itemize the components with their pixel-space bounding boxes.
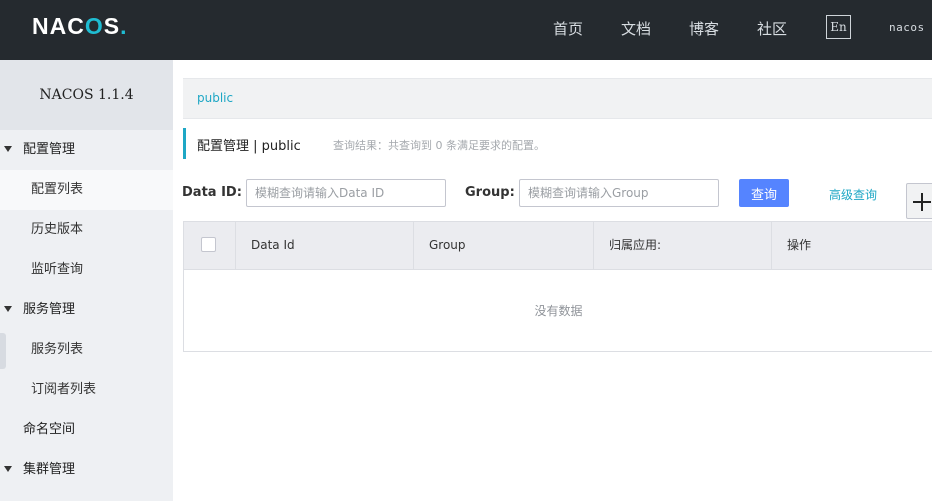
sidebar-item-label: 服务管理 bbox=[23, 302, 76, 317]
logo-text-s: S bbox=[103, 13, 121, 39]
group-label: Group: bbox=[465, 185, 515, 200]
add-config-button[interactable] bbox=[906, 183, 932, 219]
data-id-label: Data ID: bbox=[182, 185, 242, 200]
caret-down-icon bbox=[4, 306, 12, 312]
nav-home[interactable]: 首页 bbox=[553, 18, 583, 39]
group-input[interactable] bbox=[519, 179, 719, 207]
nav-blog[interactable]: 博客 bbox=[689, 18, 719, 39]
column-header-app[interactable]: 归属应用: bbox=[593, 222, 771, 269]
column-header-data-id[interactable]: Data Id bbox=[235, 222, 413, 269]
caret-down-icon bbox=[4, 466, 12, 472]
sidebar-item-history[interactable]: 历史版本 bbox=[0, 210, 173, 250]
sidebar-item-label: 服务列表 bbox=[31, 342, 84, 357]
logo-text-dot: . bbox=[120, 13, 128, 39]
column-header-group[interactable]: Group bbox=[413, 222, 593, 269]
logo-text-nac: NAC bbox=[32, 13, 85, 39]
sidebar-item-label: 监听查询 bbox=[31, 262, 84, 277]
nacos-logo[interactable]: NACOS. bbox=[32, 13, 127, 40]
logo-text-o: O bbox=[84, 13, 104, 39]
sidebar-item-label: 订阅者列表 bbox=[31, 382, 97, 397]
column-header-actions: 操作 bbox=[771, 222, 932, 269]
data-id-input[interactable] bbox=[246, 179, 446, 207]
advanced-query-link[interactable]: 高级查询 bbox=[829, 186, 877, 203]
sidebar-collapse-handle[interactable] bbox=[0, 333, 6, 369]
namespace-link-public[interactable]: public bbox=[197, 91, 233, 105]
sidebar-title: NACOS 1.1.4 bbox=[0, 60, 173, 130]
sidebar-item-subscriber-list[interactable]: 订阅者列表 bbox=[0, 370, 173, 410]
nav-community[interactable]: 社区 bbox=[757, 18, 787, 39]
select-all-checkbox[interactable] bbox=[201, 237, 216, 252]
plus-icon-vertical bbox=[921, 193, 923, 211]
sidebar-item-label: 配置管理 bbox=[23, 142, 76, 157]
page-heading: 配置管理 | public bbox=[183, 128, 301, 159]
sidebar-item-label: 集群管理 bbox=[23, 462, 76, 477]
sidebar-item-label: 命名空间 bbox=[23, 422, 76, 437]
sidebar-group-cluster[interactable]: 集群管理 bbox=[0, 450, 173, 490]
empty-table-message: 没有数据 bbox=[534, 304, 583, 318]
sidebar-item-config-list[interactable]: 配置列表 bbox=[0, 170, 173, 210]
sidebar-group-service[interactable]: 服务管理 bbox=[0, 290, 173, 330]
sidebar-item-namespace[interactable]: 命名空间 bbox=[0, 410, 173, 450]
caret-down-icon bbox=[4, 146, 12, 152]
language-switch-button[interactable]: En bbox=[826, 15, 851, 39]
sidebar: NACOS 1.1.4 配置管理 配置列表 历史版本 监听查询 服务管理 服务列… bbox=[0, 60, 173, 501]
top-header: NACOS. 首页 文档 博客 社区 En nacos bbox=[0, 0, 932, 60]
sidebar-item-service-list[interactable]: 服务列表 bbox=[0, 330, 173, 370]
query-result-text: 查询结果：共查询到 0 条满足要求的配置。 bbox=[333, 139, 545, 152]
nav-docs[interactable]: 文档 bbox=[621, 18, 651, 39]
config-table: Data Id Group 归属应用: 操作 没有数据 bbox=[183, 221, 932, 352]
sidebar-group-config[interactable]: 配置管理 bbox=[0, 130, 173, 170]
table-header: Data Id Group 归属应用: 操作 bbox=[184, 222, 932, 270]
sidebar-item-label: 配置列表 bbox=[31, 182, 84, 197]
namespace-bar: public bbox=[183, 78, 932, 119]
sidebar-item-listener-query[interactable]: 监听查询 bbox=[0, 250, 173, 290]
page-title: 配置管理 | public bbox=[197, 139, 301, 154]
query-button[interactable]: 查询 bbox=[739, 179, 789, 207]
user-link[interactable]: nacos bbox=[889, 21, 925, 34]
sidebar-item-label: 历史版本 bbox=[31, 222, 84, 237]
select-all-cell bbox=[184, 222, 235, 269]
